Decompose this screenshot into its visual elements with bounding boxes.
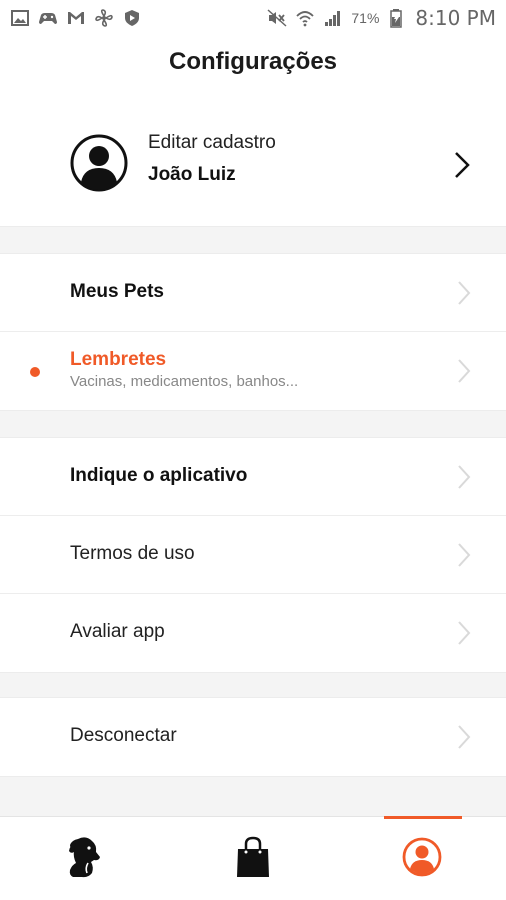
menu-item-recommend[interactable]: Indique o aplicativo <box>0 438 506 516</box>
section-separator <box>0 226 506 254</box>
status-right-icons: 71% 8:10 PM <box>267 6 496 30</box>
menu-item-logout[interactable]: Desconectar <box>0 698 506 776</box>
gmail-icon <box>66 8 86 28</box>
dog-icon <box>64 835 104 884</box>
clock: 8:10 PM <box>415 6 496 30</box>
chevron-right-icon <box>452 150 472 180</box>
chevron-right-icon <box>456 541 472 569</box>
section-separator <box>0 410 506 438</box>
user-avatar-icon <box>70 134 128 192</box>
menu-item-label: Meus Pets <box>70 281 164 302</box>
edit-profile-row[interactable]: Editar cadastro João Luiz <box>0 106 506 224</box>
menu-item-label: Desconectar <box>70 725 177 746</box>
chevron-right-icon <box>456 723 472 751</box>
chevron-right-icon <box>456 357 472 385</box>
menu-item-label: Termos de uso <box>70 543 195 564</box>
wifi-icon <box>295 8 315 28</box>
section-separator <box>0 776 506 816</box>
menu-item-label: Avaliar app <box>70 621 165 642</box>
gamepad-icon <box>38 8 58 28</box>
chevron-right-icon <box>456 463 472 491</box>
tab-profile[interactable] <box>338 817 506 900</box>
menu-item-label: Lembretes <box>70 349 167 370</box>
page-title: Configurações <box>168 48 338 75</box>
battery-icon <box>387 8 407 28</box>
menu-item-reminders[interactable]: Lembretes Vacinas, medicamentos, banhos.… <box>0 332 506 410</box>
battery-percent: 71% <box>351 10 380 26</box>
bottom-tab-bar <box>0 816 506 900</box>
menu-item-pets[interactable]: Meus Pets <box>0 254 506 332</box>
profile-name: João Luiz <box>148 164 236 185</box>
shopping-bag-icon <box>235 835 271 884</box>
shield-icon <box>122 8 142 28</box>
chevron-right-icon <box>456 279 472 307</box>
status-bar: 71% 8:10 PM <box>0 0 506 36</box>
status-left-icons <box>10 8 142 28</box>
menu-item-subtitle: Vacinas, medicamentos, banhos... <box>70 373 299 390</box>
tab-pets[interactable] <box>0 817 168 900</box>
menu-item-rate[interactable]: Avaliar app <box>0 594 506 672</box>
menu-item-terms[interactable]: Termos de uso <box>0 516 506 594</box>
signal-icon <box>323 8 343 28</box>
fan-icon <box>94 8 114 28</box>
image-icon <box>10 8 30 28</box>
section-separator <box>0 672 506 698</box>
menu-item-label: Indique o aplicativo <box>70 465 248 486</box>
notification-dot <box>30 367 40 377</box>
tab-shop[interactable] <box>169 817 337 900</box>
profile-texts: Editar cadastro João Luiz <box>148 132 276 186</box>
profile-icon <box>402 837 442 882</box>
profile-subtitle: Editar cadastro <box>148 132 276 153</box>
mute-icon <box>267 8 287 28</box>
chevron-right-icon <box>456 619 472 647</box>
